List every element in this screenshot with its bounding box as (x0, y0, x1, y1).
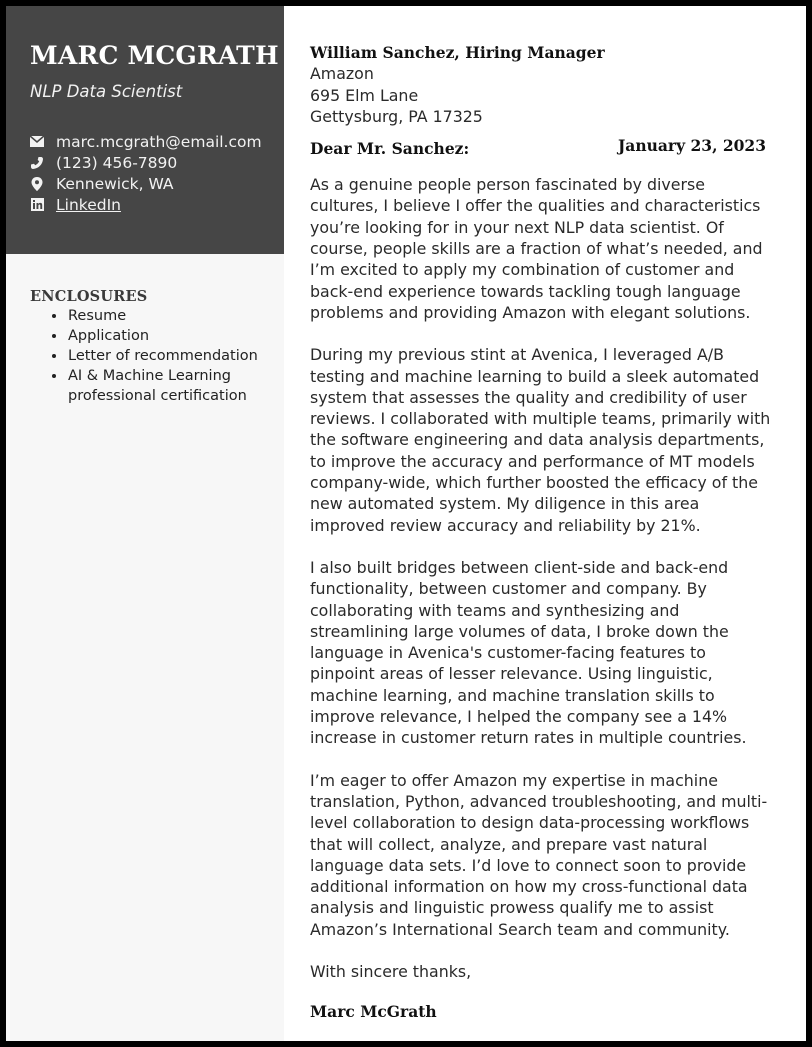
letter-body: William Sanchez, Hiring Manager Amazon 6… (284, 6, 806, 1041)
enclosures-list: Resume Application Letter of recommendat… (30, 306, 284, 406)
applicant-title: NLP Data Scientist (30, 82, 183, 101)
phone-text: (123) 456-7890 (56, 153, 178, 172)
enclosure-item: AI & Machine Learning professional certi… (67, 366, 284, 406)
signature: Marc McGrath (310, 1002, 437, 1022)
enclosure-item: Letter of recommendation (67, 346, 284, 366)
contact-email: marc.mcgrath@email.com (30, 131, 284, 152)
enclosures-heading: ENCLOSURES (30, 288, 148, 305)
linkedin-icon (30, 198, 44, 212)
sidebar: MARC MCGRATH NLP Data Scientist marc.mcg… (6, 6, 284, 1041)
recipient-city: Gettysburg, PA 17325 (310, 106, 483, 126)
recipient-block: William Sanchez, Hiring Manager Amazon 6… (310, 42, 806, 127)
linkedin-link[interactable]: LinkedIn (56, 196, 121, 214)
contact-list: marc.mcgrath@email.com (123) 456-7890 Ke… (30, 131, 284, 215)
contact-location: Kennewick, WA (30, 173, 284, 194)
email-text: marc.mcgrath@email.com (56, 132, 262, 151)
enclosures-section: ENCLOSURES Resume Application Letter of … (6, 254, 284, 406)
body-paragraph: I’m eager to offer Amazon my expertise i… (310, 770, 768, 939)
sidebar-header: MARC MCGRATH NLP Data Scientist marc.mcg… (6, 6, 284, 254)
contact-linkedin[interactable]: LinkedIn (30, 194, 284, 215)
letter-date: January 23, 2023 (617, 136, 766, 155)
body-paragraph: I also built bridges between client-side… (310, 557, 747, 748)
phone-icon (30, 156, 44, 170)
enclosure-item: Application (67, 326, 284, 346)
mail-icon (30, 135, 44, 149)
cover-letter-page: MARC MCGRATH NLP Data Scientist marc.mcg… (6, 6, 806, 1041)
body-paragraph: During my previous stint at Avenica, I l… (310, 345, 771, 535)
enclosure-item: Resume (67, 306, 284, 326)
recipient-name: William Sanchez, Hiring Manager (310, 43, 605, 62)
recipient-street: 695 Elm Lane (310, 85, 419, 105)
location-text: Kennewick, WA (56, 174, 174, 193)
recipient-company: Amazon (310, 64, 374, 84)
body-paragraph: As a genuine people person fascinated by… (310, 175, 763, 322)
closing: With sincere thanks, (310, 961, 472, 981)
contact-phone: (123) 456-7890 (30, 152, 284, 173)
location-pin-icon (30, 176, 44, 191)
applicant-name: MARC MCGRATH (30, 41, 279, 70)
